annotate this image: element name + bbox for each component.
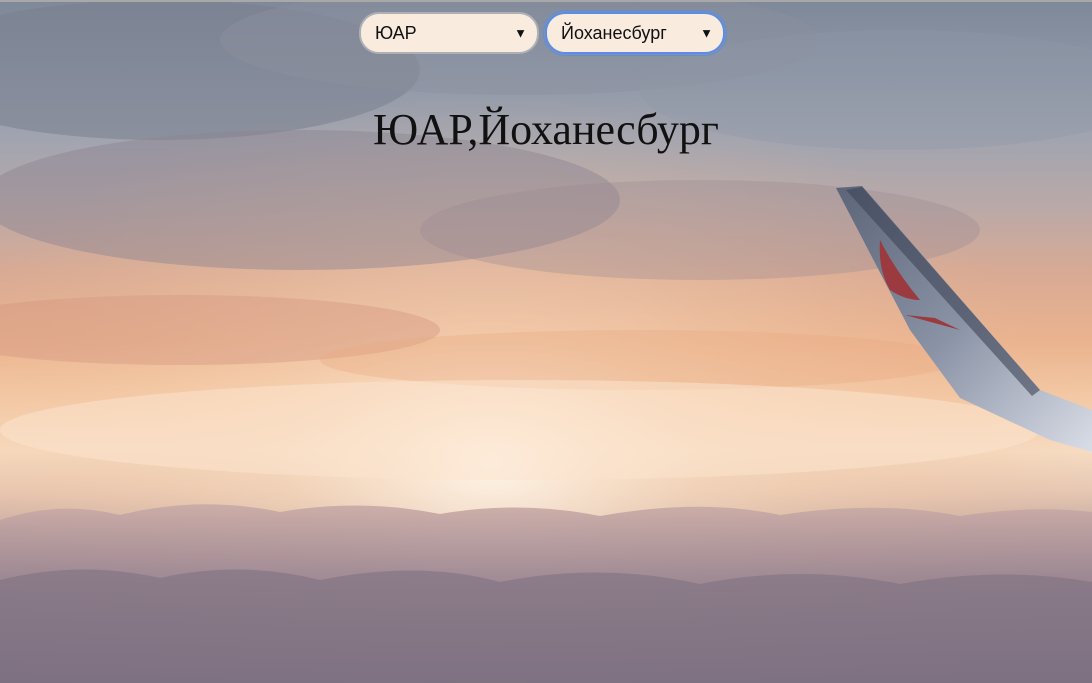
country-select-value: ЮАР: [375, 22, 417, 43]
city-select-value: Йоханесбург: [561, 22, 667, 43]
country-select[interactable]: ЮАР ▼: [359, 12, 539, 54]
sky-illustration: [0, 0, 1092, 683]
background-sky-image: [0, 0, 1092, 683]
dropdown-arrow-icon: ▼: [514, 25, 527, 41]
location-selectors: ЮАР ▼ Йоханесбург ▼: [359, 10, 727, 56]
location-heading: ЮАР,Йоханесбург: [373, 105, 719, 154]
city-select[interactable]: Йоханесбург ▼: [543, 10, 727, 56]
dropdown-arrow-icon: ▼: [700, 25, 713, 41]
window-top-border: [0, 0, 1092, 2]
